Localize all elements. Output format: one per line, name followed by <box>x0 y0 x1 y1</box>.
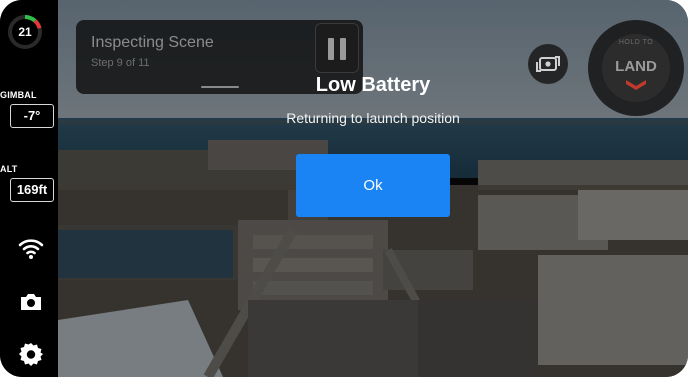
hold-to-land-button[interactable]: HOLD TO LAND <box>588 20 684 116</box>
wifi-icon[interactable] <box>18 235 44 261</box>
scene-title: Inspecting Scene <box>91 34 214 51</box>
camera-swap-button[interactable] <box>528 44 568 84</box>
left-status-rail: 21 GIMBAL -7° ALT 169ft <box>0 0 58 377</box>
camera-swap-icon <box>536 56 560 72</box>
land-hold-label: HOLD TO <box>618 39 654 46</box>
battery-percent: 21 <box>18 25 32 39</box>
land-chevron-icon <box>626 80 646 90</box>
camera-icon[interactable] <box>18 289 44 315</box>
alert-message: Returning to launch position <box>286 110 460 126</box>
land-label: LAND <box>615 58 657 75</box>
gimbal-value: -7° <box>10 104 54 128</box>
altitude-label: ALT <box>0 164 18 174</box>
altitude-value: 169ft <box>10 178 54 202</box>
alert-title: Low Battery <box>315 74 431 96</box>
ok-button[interactable]: Ok <box>296 154 450 217</box>
gimbal-label: GIMBAL <box>0 90 37 100</box>
settings-gear-icon[interactable] <box>18 341 44 367</box>
scene-progress-indicator <box>201 86 239 88</box>
scene-step: Step 9 of 11 <box>91 57 150 69</box>
pause-icon <box>328 38 334 60</box>
drone-flight-screen: 21 GIMBAL -7° ALT 169ft Inspecting Scene… <box>0 0 688 377</box>
pause-button[interactable] <box>315 23 359 73</box>
pause-icon-bar <box>340 38 346 60</box>
